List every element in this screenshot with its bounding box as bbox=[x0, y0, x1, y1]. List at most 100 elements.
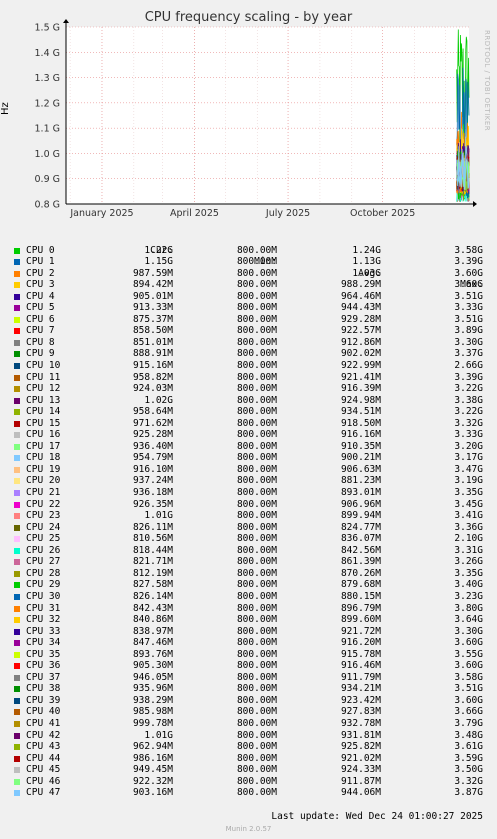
legend-swatch bbox=[14, 420, 20, 427]
legend-series-name: CPU 38 bbox=[26, 683, 61, 695]
legend-cur-value: 925.28M bbox=[132, 429, 173, 441]
legend-swatch bbox=[14, 293, 20, 300]
legend-avg-value: 880.15M bbox=[340, 590, 381, 602]
legend-series-name: CPU 43 bbox=[26, 741, 61, 753]
legend-row: CPU 44 986.16M 800.00M 921.02M 3.59G bbox=[14, 753, 492, 765]
legend-min-value: 800.00M bbox=[236, 510, 277, 522]
legend-swatch bbox=[14, 351, 20, 358]
y-tick-label: 1.4 G bbox=[35, 48, 61, 59]
legend-min-value: 800.00M bbox=[236, 290, 277, 302]
legend-series-name: CPU 44 bbox=[26, 752, 61, 764]
legend-series-name: CPU 17 bbox=[26, 440, 61, 452]
legend-cur-value: 826.14M bbox=[132, 590, 173, 602]
legend-avg-value: 911.79M bbox=[340, 671, 381, 683]
legend-row: CPU 3 894.42M 800.00M 988.29M 3.60G bbox=[14, 279, 492, 291]
legend-row: CPU 27 821.71M 800.00M 861.39M 3.26G bbox=[14, 556, 492, 568]
legend-series-name: CPU 36 bbox=[26, 660, 61, 672]
legend-row: CPU 20 937.24M 800.00M 881.23M 3.19G bbox=[14, 475, 492, 487]
legend-max-value: 3.87G bbox=[454, 787, 483, 799]
x-tick-label: July 2025 bbox=[265, 208, 310, 219]
legend-max-value: 3.20G bbox=[454, 440, 483, 452]
legend-avg-value: 916.39M bbox=[340, 383, 381, 395]
legend-row: CPU 8 851.01M 800.00M 912.86M 3.30G bbox=[14, 337, 492, 349]
legend: Cur: Min: Avg: Max: CPU 0 1.22G 800.00M 1.2… bbox=[14, 233, 492, 799]
legend-swatch bbox=[14, 640, 20, 647]
legend-swatch bbox=[14, 778, 20, 785]
legend-min-value: 800.00M bbox=[236, 590, 277, 602]
legend-series-name: CPU 39 bbox=[26, 694, 61, 706]
legend-min-value: 800.00M bbox=[236, 741, 277, 753]
y-tick-label: 1.2 G bbox=[35, 98, 61, 109]
legend-cur-value: 987.59M bbox=[132, 267, 173, 279]
legend-series-name: CPU 6 bbox=[26, 313, 55, 325]
legend-max-value: 3.30G bbox=[454, 336, 483, 348]
legend-cur-value: 916.10M bbox=[132, 463, 173, 475]
legend-swatch bbox=[14, 651, 20, 658]
legend-max-value: 3.58G bbox=[454, 671, 483, 683]
legend-min-value: 800.00M bbox=[236, 521, 277, 533]
legend-swatch bbox=[14, 478, 20, 485]
legend-cur-value: 999.78M bbox=[132, 717, 173, 729]
legend-swatch bbox=[14, 744, 20, 751]
legend-swatch bbox=[14, 582, 20, 589]
legend-cur-value: 903.16M bbox=[132, 787, 173, 799]
legend-max-value: 2.66G bbox=[454, 360, 483, 372]
legend-max-value: 3.60G bbox=[454, 267, 483, 279]
legend-min-value: 800.00M bbox=[236, 625, 277, 637]
legend-swatch bbox=[14, 501, 20, 508]
y-axis-label: Hz bbox=[0, 102, 11, 115]
legend-avg-value: 1.03G bbox=[352, 267, 381, 279]
legend-max-value: 3.17G bbox=[454, 452, 483, 464]
legend-swatch bbox=[14, 247, 20, 254]
legend-avg-value: 1.13G bbox=[352, 256, 381, 268]
legend-max-value: 3.45G bbox=[454, 498, 483, 510]
legend-min-value: 800.00M bbox=[236, 683, 277, 695]
legend-row: CPU 23 1.01G 800.00M 899.94M 3.41G bbox=[14, 510, 492, 522]
legend-max-value: 3.19G bbox=[454, 475, 483, 487]
legend-swatch bbox=[14, 720, 20, 727]
legend-row: CPU 0 1.22G 800.00M 1.24G 3.58G bbox=[14, 245, 492, 257]
legend-swatch bbox=[14, 397, 20, 404]
legend-row: CPU 47 903.16M 800.00M 944.06M 3.87G bbox=[14, 787, 492, 799]
legend-max-value: 3.79G bbox=[454, 717, 483, 729]
legend-max-value: 3.66G bbox=[454, 706, 483, 718]
legend-series-name: CPU 26 bbox=[26, 544, 61, 556]
legend-avg-value: 906.63M bbox=[340, 463, 381, 475]
legend-avg-value: 842.56M bbox=[340, 544, 381, 556]
legend-cur-value: 842.43M bbox=[132, 602, 173, 614]
legend-series-name: CPU 24 bbox=[26, 521, 61, 533]
legend-row: CPU 19 916.10M 800.00M 906.63M 3.47G bbox=[14, 464, 492, 476]
legend-series-name: CPU 2 bbox=[26, 267, 55, 279]
legend-min-value: 800.00M bbox=[236, 660, 277, 672]
legend-series-name: CPU 4 bbox=[26, 290, 55, 302]
legend-swatch bbox=[14, 328, 20, 335]
legend-min-value: 800.00M bbox=[236, 360, 277, 372]
legend-max-value: 3.61G bbox=[454, 741, 483, 753]
legend-avg-value: 923.42M bbox=[340, 694, 381, 706]
legend-row: CPU 32 840.86M 800.00M 899.60M 3.64G bbox=[14, 614, 492, 626]
legend-min-value: 800.00M bbox=[236, 614, 277, 626]
legend-min-value: 800.00M bbox=[236, 752, 277, 764]
legend-row: CPU 17 936.40M 800.00M 910.35M 3.20G bbox=[14, 441, 492, 453]
legend-row: CPU 42 1.01G 800.00M 931.81M 3.48G bbox=[14, 730, 492, 742]
legend-row: CPU 34 847.46M 800.00M 916.20M 3.60G bbox=[14, 637, 492, 649]
legend-cur-value: 938.29M bbox=[132, 694, 173, 706]
legend-swatch bbox=[14, 386, 20, 393]
legend-max-value: 3.60G bbox=[454, 637, 483, 649]
legend-max-value: 2.10G bbox=[454, 533, 483, 545]
legend-series-name: CPU 12 bbox=[26, 383, 61, 395]
legend-swatch bbox=[14, 767, 20, 774]
legend-cur-value: 922.32M bbox=[132, 775, 173, 787]
legend-series-name: CPU 41 bbox=[26, 717, 61, 729]
legend-row: CPU 1 1.15G 800.00M 1.13G 3.39G bbox=[14, 256, 492, 268]
legend-series-name: CPU 27 bbox=[26, 556, 61, 568]
last-update: Last update: Wed Dec 24 01:00:27 2025 bbox=[271, 811, 483, 822]
legend-row: CPU 43 962.94M 800.00M 925.82M 3.61G bbox=[14, 741, 492, 753]
legend-series-name: CPU 14 bbox=[26, 406, 61, 418]
legend-header: Cur: Min: Avg: Max: bbox=[14, 233, 492, 291]
legend-min-value: 800.00M bbox=[236, 302, 277, 314]
legend-swatch bbox=[14, 674, 20, 681]
legend-max-value: 3.80G bbox=[454, 602, 483, 614]
legend-row: CPU 41 999.78M 800.00M 932.78M 3.79G bbox=[14, 718, 492, 730]
legend-avg-value: 910.35M bbox=[340, 440, 381, 452]
